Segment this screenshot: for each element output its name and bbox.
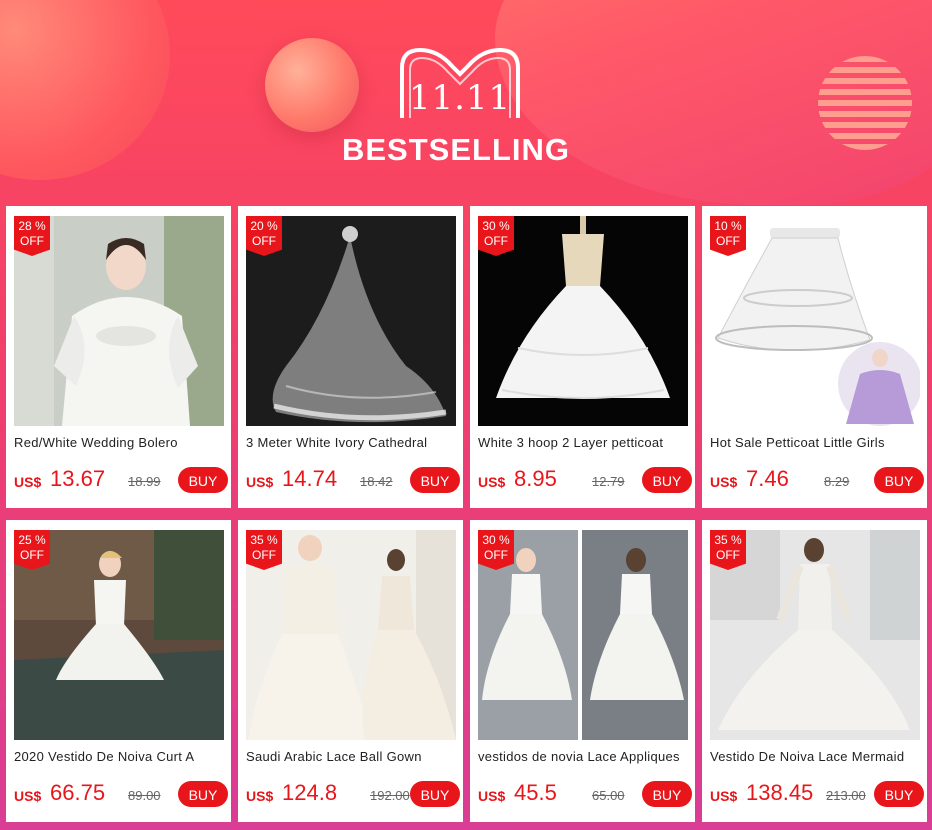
sale-price: 124.8 — [282, 780, 338, 805]
product-card[interactable]: 25 % OFF 2020 Vestido De Noiva Curt A US… — [6, 520, 231, 822]
sale-price: 14.74 — [282, 466, 338, 491]
price-row: US$ 138.45 213.00 BUY — [710, 780, 924, 810]
buy-button[interactable]: BUY — [642, 781, 692, 807]
product-title[interactable]: Saudi Arabic Lace Ball Gown — [246, 749, 460, 764]
currency-label: US$ — [478, 474, 506, 490]
product-image[interactable]: 20 % OFF — [246, 216, 456, 426]
original-price: 12.79 — [592, 474, 625, 489]
product-title[interactable]: 2020 Vestido De Noiva Curt A — [14, 749, 228, 764]
product-title[interactable]: Vestido De Noiva Lace Mermaid — [710, 749, 924, 764]
currency-label: US$ — [710, 788, 738, 804]
original-price: 89.00 — [128, 788, 161, 803]
original-price: 18.99 — [128, 474, 161, 489]
buy-button[interactable]: BUY — [178, 467, 228, 493]
price-row: US$ 14.74 18.42 BUY — [246, 466, 460, 496]
price-row: US$ 45.5 65.00 BUY — [478, 780, 692, 810]
product-title[interactable]: 3 Meter White Ivory Cathedral — [246, 435, 460, 450]
decorative-ball — [265, 38, 359, 132]
discount-badge: 20 % OFF — [246, 216, 282, 256]
product-image[interactable]: 10 % OFF — [710, 216, 920, 426]
discount-badge: 28 % OFF — [14, 216, 50, 256]
buy-button[interactable]: BUY — [874, 467, 924, 493]
price-row: US$ 7.46 8.29 BUY — [710, 466, 924, 496]
product-card[interactable]: 28 % OFF Red/White Wedding Bolero US$ 13… — [6, 206, 231, 508]
product-title[interactable]: Hot Sale Petticoat Little Girls — [710, 435, 924, 450]
discount-badge: 30 % OFF — [478, 530, 514, 570]
sale-price: 138.45 — [746, 780, 814, 805]
buy-button[interactable]: BUY — [874, 781, 924, 807]
product-card[interactable]: 10 % OFF Hot Sale Petticoat Little Girls… — [702, 206, 927, 508]
buy-button[interactable]: BUY — [178, 781, 228, 807]
original-price: 8.29 — [824, 474, 850, 489]
price-row: US$ 13.67 18.99 BUY — [14, 466, 228, 496]
product-image[interactable]: 28 % OFF — [14, 216, 224, 426]
sale-price: 7.46 — [746, 466, 789, 491]
banner-headline: BESTSELLING — [341, 132, 570, 167]
price-row: US$ 66.75 89.00 BUY — [14, 780, 228, 810]
event-date: 11.11 — [408, 78, 512, 118]
currency-label: US$ — [14, 474, 42, 490]
product-grid: 28 % OFF Red/White Wedding Bolero US$ 13… — [6, 206, 928, 826]
sale-price: 13.67 — [50, 466, 106, 491]
buy-button[interactable]: BUY — [410, 781, 460, 807]
product-image[interactable]: 30 % OFF — [478, 216, 688, 426]
product-image[interactable]: 35 % OFF — [710, 530, 920, 740]
currency-label: US$ — [478, 788, 506, 804]
price-row: US$ 8.95 12.79 BUY — [478, 466, 692, 496]
currency-label: US$ — [710, 474, 738, 490]
sale-price: 45.5 — [514, 780, 557, 805]
original-price: 18.42 — [360, 474, 393, 489]
product-card[interactable]: 20 % OFF 3 Meter White Ivory Cathedral U… — [238, 206, 463, 508]
currency-label: US$ — [246, 474, 274, 490]
promo-banner: 11.11 BESTSELLING — [0, 0, 932, 205]
buy-button[interactable]: BUY — [410, 467, 460, 493]
discount-badge: 25 % OFF — [14, 530, 50, 570]
sale-price: 8.95 — [514, 466, 557, 491]
product-card[interactable]: 35 % OFF Saudi Arabic Lace Ball Gown US$… — [238, 520, 463, 822]
product-image[interactable]: 25 % OFF — [14, 530, 224, 740]
original-price: 192.00 — [370, 788, 410, 803]
product-card[interactable]: 30 % OFF vestidos de novia Lace Applique… — [470, 520, 695, 822]
discount-badge: 30 % OFF — [478, 216, 514, 256]
currency-label: US$ — [14, 788, 42, 804]
product-image[interactable]: 30 % OFF — [478, 530, 688, 740]
product-card[interactable]: 35 % OFF Vestido De Noiva Lace Mermaid U… — [702, 520, 927, 822]
product-title[interactable]: White 3 hoop 2 Layer petticoat — [478, 435, 692, 450]
product-card[interactable]: 30 % OFF White 3 hoop 2 Layer petticoat … — [470, 206, 695, 508]
currency-label: US$ — [246, 788, 274, 804]
sale-price: 66.75 — [50, 780, 106, 805]
original-price: 213.00 — [826, 788, 866, 803]
discount-badge: 35 % OFF — [710, 530, 746, 570]
product-title[interactable]: vestidos de novia Lace Appliques — [478, 749, 692, 764]
buy-button[interactable]: BUY — [642, 467, 692, 493]
original-price: 65.00 — [592, 788, 625, 803]
product-title[interactable]: Red/White Wedding Bolero — [14, 435, 228, 450]
product-image[interactable]: 35 % OFF — [246, 530, 456, 740]
discount-badge: 35 % OFF — [246, 530, 282, 570]
discount-badge: 10 % OFF — [710, 216, 746, 256]
price-row: US$ 124.8 192.00 BUY — [246, 780, 460, 810]
